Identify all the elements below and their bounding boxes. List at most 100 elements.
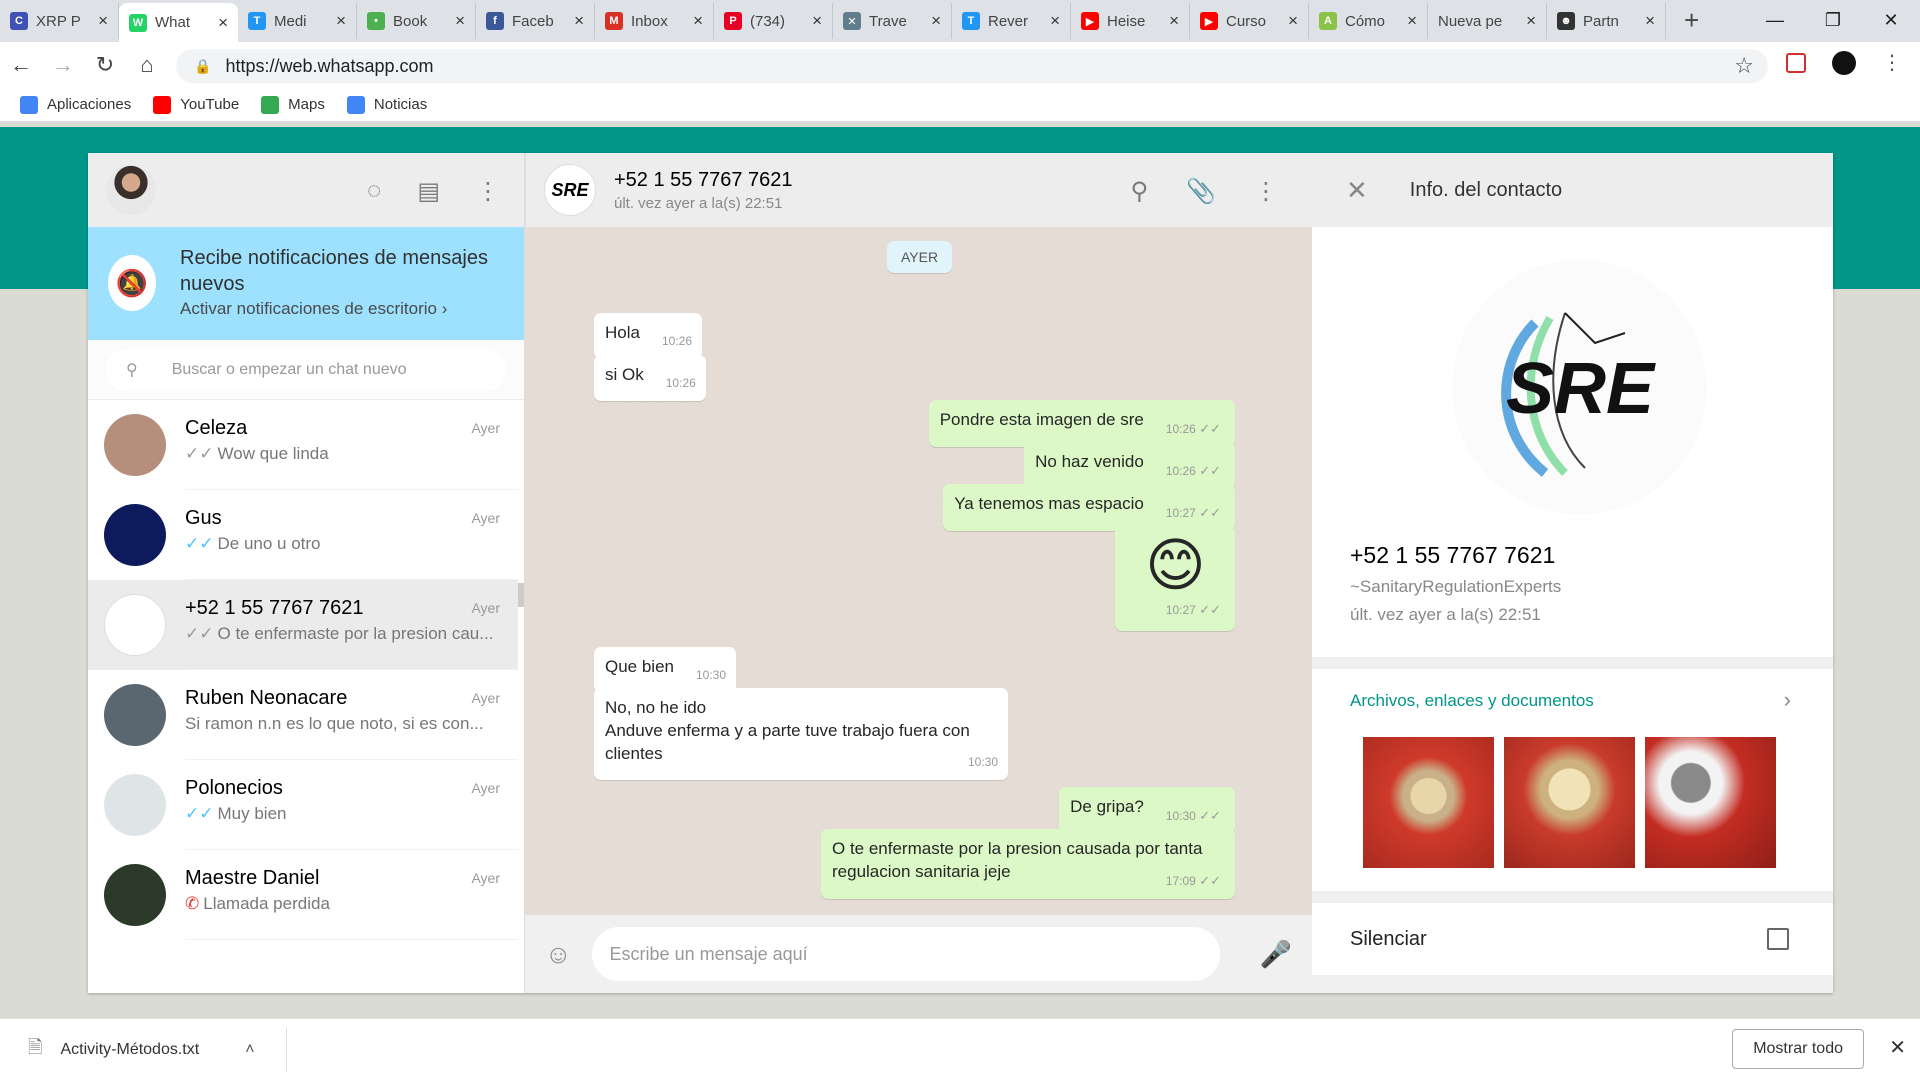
- tab-close-icon[interactable]: ×: [336, 11, 346, 31]
- browser-tab[interactable]: T Rever ×: [952, 3, 1071, 39]
- tab-close-icon[interactable]: ×: [1050, 11, 1060, 31]
- attach-icon[interactable]: 📎: [1186, 177, 1216, 206]
- chevron-up-icon[interactable]: ˄: [245, 1041, 254, 1059]
- my-avatar[interactable]: [106, 165, 156, 215]
- message-emoji[interactable]: 😊 10:27 ✓✓: [1115, 526, 1235, 631]
- media-title: Archivos, enlaces y documentos: [1350, 691, 1594, 710]
- message-bubble[interactable]: Pondre esta imagen de sre 10:26 ✓✓: [928, 400, 1235, 447]
- tab-close-icon[interactable]: ×: [574, 11, 584, 31]
- profile-avatar-icon[interactable]: [1832, 50, 1856, 75]
- media-thumbnail[interactable]: [1363, 737, 1494, 868]
- conversation-header[interactable]: SRE +52 1 55 7767 7621 últ. vez ayer a l…: [525, 153, 1312, 227]
- close-icon[interactable]: ✕: [1346, 175, 1368, 206]
- browser-tab[interactable]: • Book ×: [357, 3, 476, 39]
- browser-tab[interactable]: T Medi ×: [238, 3, 357, 39]
- contact-name: +52 1 55 7767 7621: [1350, 542, 1556, 568]
- message-bubble[interactable]: No, no he ido Anduve enferma y a parte t…: [594, 688, 1008, 780]
- browser-tab[interactable]: ☻ Partn ×: [1547, 3, 1666, 39]
- media-thumbnail[interactable]: [1504, 737, 1635, 868]
- bookmark-item[interactable]: Noticias: [346, 95, 427, 114]
- tab-close-icon[interactable]: ×: [693, 11, 703, 31]
- media-thumbnail[interactable]: [1645, 737, 1776, 868]
- chat-name: Maestre Daniel: [185, 867, 320, 889]
- menu-dots-icon[interactable]: ⋮: [1882, 50, 1902, 75]
- search-input[interactable]: ⚲ Buscar o empezar un chat nuevo: [106, 349, 506, 391]
- browser-tab[interactable]: W What ×: [119, 3, 238, 42]
- bookmark-item[interactable]: YouTube: [153, 95, 239, 114]
- chat-item[interactable]: Ruben Neonacare Si ramon n.n es lo que no…: [88, 670, 518, 760]
- search-icon[interactable]: ⚲: [1131, 177, 1149, 206]
- message-bubble[interactable]: O te enfermaste por la presion causada p…: [821, 829, 1235, 899]
- message-bubble[interactable]: Que bien 10:30: [594, 647, 737, 693]
- back-icon[interactable]: ←: [0, 52, 42, 78]
- bookmark-item[interactable]: Aplicaciones: [20, 95, 131, 114]
- tab-close-icon[interactable]: ×: [98, 11, 108, 31]
- emoji-icon[interactable]: ☺: [545, 939, 572, 970]
- chat-list-scrollbar[interactable]: [518, 583, 524, 607]
- microphone-icon[interactable]: 🎤: [1260, 939, 1292, 970]
- search-placeholder: Buscar o empezar un chat nuevo: [171, 361, 407, 378]
- chat-item[interactable]: Maestre Daniel ✆ Llamada perdida Ayer: [88, 850, 518, 940]
- extension-icon[interactable]: [1786, 52, 1806, 73]
- mute-checkbox[interactable]: [1767, 928, 1789, 950]
- forward-icon[interactable]: →: [42, 52, 84, 78]
- message-bubble[interactable]: No haz venido 10:26 ✓✓: [1024, 442, 1235, 489]
- browser-tab[interactable]: ✕ Trave ×: [833, 3, 952, 39]
- bookmark-star-icon[interactable]: ☆: [1734, 53, 1754, 79]
- browser-tab[interactable]: M Inbox ×: [595, 3, 714, 39]
- browser-tab[interactable]: A Cómo ×: [1309, 3, 1428, 39]
- new-tab-icon[interactable]: +: [1684, 5, 1699, 36]
- message-bubble[interactable]: Ya tenemos mas espacio 10:27 ✓✓: [943, 484, 1235, 531]
- maximize-icon[interactable]: ❐: [1804, 0, 1862, 40]
- browser-tab[interactable]: ▶ Curso ×: [1190, 3, 1309, 39]
- browser-tab[interactable]: ▶ Heise ×: [1071, 3, 1190, 39]
- browser-tab[interactable]: P (734) ×: [714, 3, 833, 39]
- media-section[interactable]: Archivos, enlaces y documentos ›: [1312, 669, 1833, 891]
- enable-notifications-link[interactable]: Activar notificaciones de escritorio ›: [180, 299, 504, 319]
- download-filename: Activity-Métodos.txt: [60, 1040, 200, 1058]
- status-icon[interactable]: ◌: [367, 177, 381, 206]
- close-window-icon[interactable]: ✕: [1862, 0, 1920, 40]
- search-area: ⚲ Buscar o empezar un chat nuevo: [88, 340, 524, 400]
- minimize-icon[interactable]: —: [1746, 0, 1804, 40]
- contact-avatar[interactable]: SRE: [544, 164, 596, 216]
- browser-tab[interactable]: Nueva pe ×: [1428, 3, 1547, 39]
- show-all-button[interactable]: Mostrar todo: [1732, 1029, 1864, 1069]
- notification-banner[interactable]: 🔕 Recibe notificaciones de mensajes nuev…: [88, 227, 524, 340]
- tab-close-icon[interactable]: ×: [455, 11, 465, 31]
- tab-close-icon[interactable]: ×: [1169, 11, 1179, 31]
- chat-item[interactable]: Gus ✓✓ De uno u otro Ayer: [88, 490, 518, 580]
- url-bar[interactable]: 🔒 https://web.whatsapp.com ☆: [176, 49, 1768, 83]
- message-bubble[interactable]: si Ok 10:26: [594, 355, 706, 401]
- tab-label: Inbox: [631, 12, 668, 30]
- chevron-right-icon[interactable]: ›: [1784, 687, 1791, 713]
- message-bubble[interactable]: De gripa? 10:30 ✓✓: [1059, 787, 1235, 834]
- tab-close-icon[interactable]: ×: [931, 11, 941, 31]
- tab-close-icon[interactable]: ×: [1645, 11, 1655, 31]
- message-input[interactable]: Escribe un mensaje aquí: [591, 927, 1220, 981]
- download-item[interactable]: 🗎 Activity-Métodos.txt ˄: [0, 1027, 287, 1072]
- message-bubble[interactable]: Hola 10:26: [594, 313, 702, 359]
- close-icon[interactable]: ✕: [1889, 1035, 1906, 1060]
- chat-item[interactable]: Polonecios ✓✓ Muy bien Ayer: [88, 760, 518, 850]
- message-text: Que bien: [605, 657, 674, 676]
- chat-item[interactable]: Celeza ✓✓ Wow que linda Ayer: [88, 400, 518, 490]
- tab-close-icon[interactable]: ×: [1288, 11, 1298, 31]
- browser-tab[interactable]: f Faceb ×: [476, 3, 595, 39]
- missed-call-icon: ✆: [185, 894, 200, 913]
- browser-tab[interactable]: C XRP P ×: [0, 3, 119, 39]
- tab-close-icon[interactable]: ×: [812, 11, 822, 31]
- tab-close-icon[interactable]: ×: [1526, 11, 1536, 31]
- mute-row[interactable]: Silenciar: [1312, 903, 1833, 975]
- chat-time: Ayer: [471, 780, 500, 796]
- home-icon[interactable]: ⌂: [126, 52, 168, 78]
- menu-icon[interactable]: ⋮: [476, 177, 500, 206]
- bookmark-item[interactable]: Maps: [261, 95, 325, 114]
- menu-icon[interactable]: ⋮: [1254, 177, 1278, 206]
- chat-item[interactable]: +52 1 55 7767 7621 ✓✓ O te enfermaste por …: [88, 580, 518, 670]
- reload-icon[interactable]: ↻: [84, 52, 126, 78]
- tab-close-icon[interactable]: ×: [218, 13, 228, 33]
- new-chat-icon[interactable]: ▤: [417, 177, 440, 206]
- tab-close-icon[interactable]: ×: [1407, 11, 1417, 31]
- contact-large-avatar[interactable]: SRE: [1452, 260, 1707, 515]
